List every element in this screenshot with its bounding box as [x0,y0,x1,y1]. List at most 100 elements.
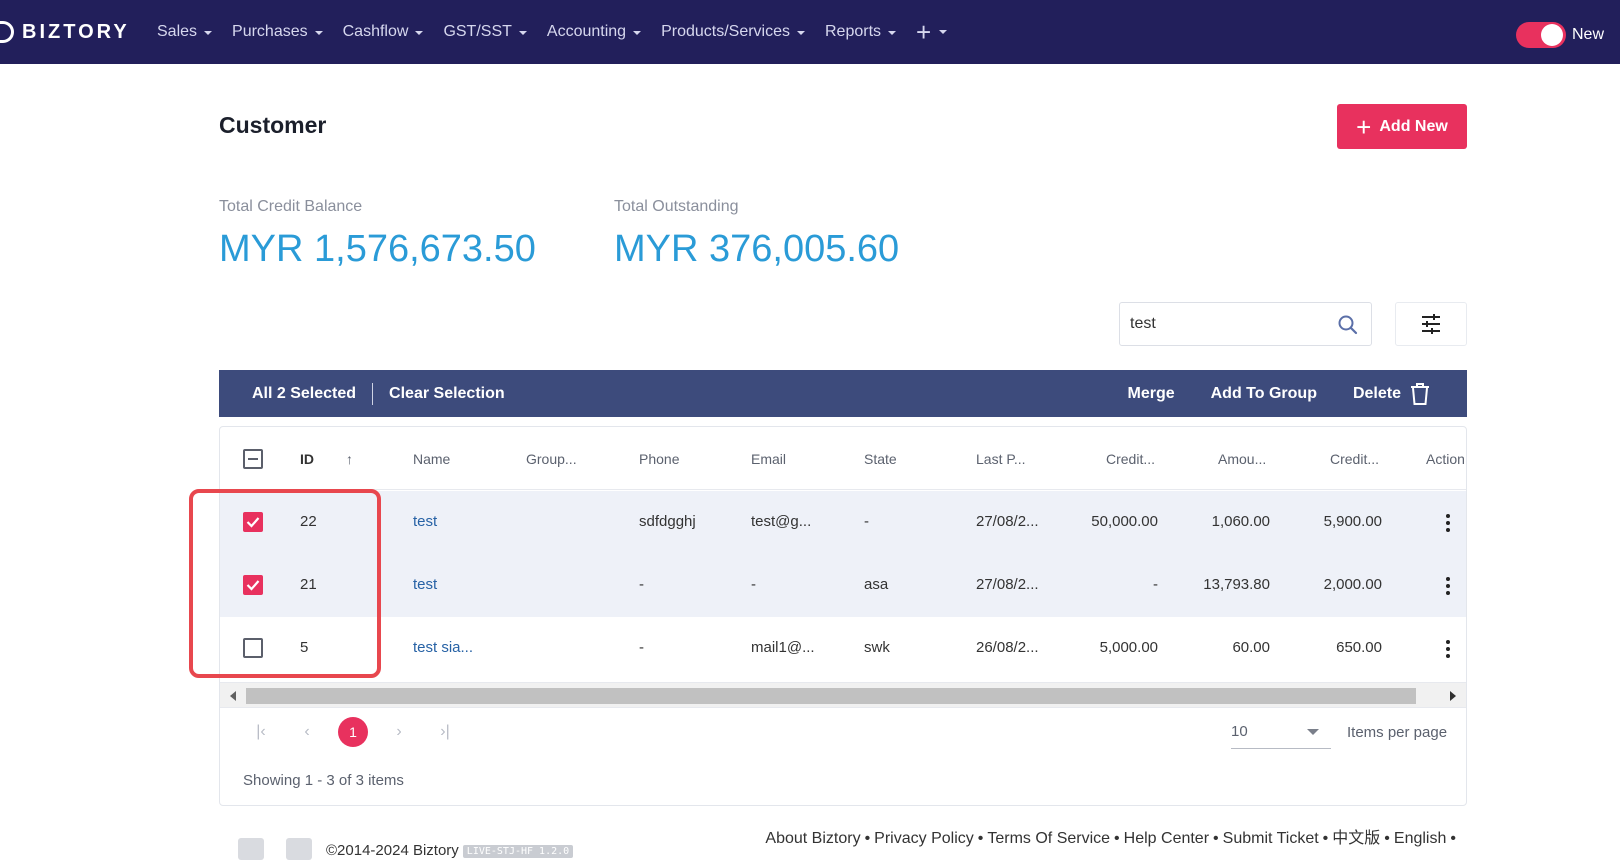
row-checkbox[interactable] [243,512,263,532]
first-page-button[interactable]: |‹ [246,717,276,747]
header-id[interactable]: ID [300,451,314,467]
header-credit-limit[interactable]: Credit... [1106,451,1155,467]
header-name[interactable]: Name [413,451,450,467]
row-checkbox[interactable] [243,575,263,595]
main-menu: Sales Purchases Cashflow GST/SST Account… [157,0,948,64]
merge-button[interactable]: Merge [1128,385,1175,403]
delete-button[interactable]: Delete [1353,382,1431,406]
nav-accounting[interactable]: Accounting [547,23,642,41]
header-email[interactable]: Email [751,451,786,467]
add-new-button[interactable]: + Add New [1337,104,1467,149]
pagination: |‹ ‹ 1 › ›| [246,717,476,747]
nav-label: GST/SST [443,23,512,40]
nav-label: Purchases [232,23,308,40]
header-state[interactable]: State [864,451,897,467]
search-icon[interactable] [1337,314,1359,336]
footer-link-about[interactable]: About Biztory [765,830,860,847]
customer-name-link[interactable]: test sia... [413,639,473,656]
last-page-button[interactable]: ›| [430,717,460,747]
table-row[interactable]: 5 test sia... - mail1@... swk 26/08/2...… [220,617,1466,680]
add-to-group-label: Add To Group [1210,384,1317,402]
selection-info: All 2 Selected Clear Selection [252,370,505,417]
search-box [1119,302,1372,346]
table-row[interactable]: 22 test sdfdgghj test@g... - 27/08/2... … [220,491,1466,554]
customer-name-link[interactable]: test [413,576,437,593]
row-actions-kebab-icon[interactable] [1446,640,1450,661]
filter-settings-button[interactable] [1395,302,1467,346]
nav-reports[interactable]: Reports [825,23,897,41]
select-all-checkbox[interactable] [243,449,263,469]
scrollbar-thumb[interactable] [246,688,1416,704]
table-row[interactable]: 21 test - - asa 27/08/2... - 13,793.80 2… [220,554,1466,617]
footer-link-ticket[interactable]: Submit Ticket [1223,830,1319,847]
stat-label: Total Credit Balance [219,198,363,215]
customer-name-link[interactable]: test [413,513,437,530]
header-amount[interactable]: Amou... [1218,451,1266,467]
separator: • [864,830,871,847]
scroll-right-arrow-icon[interactable] [1450,691,1456,701]
selected-count-label[interactable]: All 2 Selected [252,385,356,403]
cell-credit-balance: 650.00 [1336,639,1382,656]
cell-state: - [864,513,869,530]
header-group[interactable]: Group... [526,451,577,467]
nav-gst-sst[interactable]: GST/SST [443,23,527,41]
row-actions-kebab-icon[interactable] [1446,577,1450,598]
biztory-logo[interactable]: BIZTORY [0,16,130,48]
clear-selection-button[interactable]: Clear Selection [389,385,505,403]
cell-last-payment: 27/08/2... [976,513,1039,530]
nav-purchases[interactable]: Purchases [232,23,323,41]
chevron-down-icon [939,30,948,34]
separator: • [1384,830,1390,847]
footer-link-english[interactable]: English [1394,830,1446,847]
nav-cashflow[interactable]: Cashflow [343,23,424,41]
prev-page-button[interactable]: ‹ [292,717,322,747]
cell-id: 21 [300,576,317,593]
separator: • [1322,830,1329,847]
merge-label: Merge [1127,384,1175,402]
plus-icon: + [916,17,932,47]
scroll-left-arrow-icon[interactable] [230,691,236,701]
chevron-down-icon [314,31,323,35]
footer-link-terms[interactable]: Terms Of Service [987,830,1110,847]
youtube-icon[interactable] [286,838,312,860]
version-badge: LIVE-STJ-HF 1.2.0 [462,844,574,858]
items-per-page-select[interactable]: 10 [1231,717,1331,749]
toggle-knob [1540,24,1563,46]
nav-label: Reports [825,23,882,40]
header-last-payment[interactable]: Last P... [976,451,1026,467]
delete-label: Delete [1352,384,1401,402]
header-phone[interactable]: Phone [639,451,679,467]
nav-products-services[interactable]: Products/Services [661,23,805,41]
footer-links: About Biztory • Privacy Policy • Terms Of Se… [765,824,1460,848]
nav-sales[interactable]: Sales [157,23,213,41]
top-navbar: BIZTORY Sales Purchases Cashflow GST/SST… [0,0,1620,64]
cell-email: - [751,576,756,593]
chevron-down-icon [204,31,213,35]
nav-label: Cashflow [342,23,409,40]
horizontal-scrollbar[interactable] [220,682,1466,708]
next-page-button[interactable]: › [384,717,414,747]
add-to-group-button[interactable]: Add To Group [1211,385,1317,403]
footer-link-chinese[interactable]: 中文版 [1332,830,1380,847]
check-icon [246,517,260,528]
separator: • [1114,830,1120,847]
nav-quick-add[interactable]: + [916,17,948,47]
new-ui-toggle[interactable]: New [1515,22,1604,48]
cell-credit-limit: 50,000.00 [1091,513,1158,530]
page-number-current[interactable]: 1 [338,717,368,747]
footer-link-privacy[interactable]: Privacy Policy [874,830,974,847]
footer-link-help[interactable]: Help Center [1124,830,1209,847]
row-actions-kebab-icon[interactable] [1446,514,1450,535]
toggle-switch[interactable] [1515,22,1566,48]
header-credit-balance[interactable]: Credit... [1330,451,1379,467]
add-new-label: Add New [1379,117,1448,135]
sort-ascending-icon[interactable]: ↑ [346,451,353,467]
facebook-icon[interactable] [238,838,264,860]
cell-credit-limit: - [1153,576,1158,593]
row-checkbox[interactable] [243,638,263,658]
chevron-down-icon [415,31,424,35]
chevron-down-icon [888,31,897,35]
search-input[interactable] [1130,303,1330,345]
page-title: Customer [219,112,327,138]
cell-amount: 60.00 [1232,639,1270,656]
